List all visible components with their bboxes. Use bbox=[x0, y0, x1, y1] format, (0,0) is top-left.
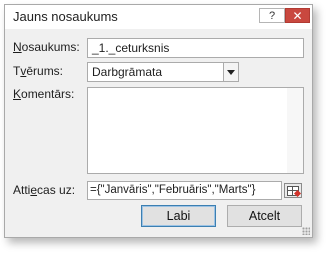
help-icon: ? bbox=[268, 9, 276, 22]
chevron-down-icon[interactable] bbox=[223, 63, 238, 81]
comment-scrollbar[interactable] bbox=[287, 88, 303, 173]
close-icon: ✕ bbox=[292, 8, 303, 23]
dialog-title: Jauns nosaukums bbox=[13, 9, 118, 24]
close-button[interactable]: ✕ bbox=[285, 8, 310, 23]
title-bar: Jauns nosaukums ? ✕ bbox=[5, 5, 312, 29]
resize-grip-icon[interactable] bbox=[302, 227, 310, 235]
refers-to-label: Attiecas uz: bbox=[13, 183, 76, 197]
scope-select[interactable]: Darbgrāmata bbox=[87, 62, 239, 82]
name-label: Nosaukums: bbox=[13, 40, 80, 54]
new-name-dialog: Jauns nosaukums ? ✕ Nosaukums: _1._cetur… bbox=[4, 4, 313, 238]
cancel-button[interactable]: Atcelt bbox=[227, 205, 302, 227]
ok-button[interactable]: Labi bbox=[141, 205, 216, 227]
refers-to-field[interactable]: ={"Janvāris","Februāris","Marts"} bbox=[87, 181, 282, 200]
comment-textarea[interactable] bbox=[87, 87, 304, 174]
scope-label: Tvērums: bbox=[13, 64, 64, 78]
help-button[interactable]: ? bbox=[259, 8, 285, 23]
range-select-icon[interactable] bbox=[284, 183, 302, 198]
name-field[interactable]: _1._ceturksnis bbox=[87, 38, 304, 58]
comment-label: Komentārs: bbox=[13, 87, 75, 101]
